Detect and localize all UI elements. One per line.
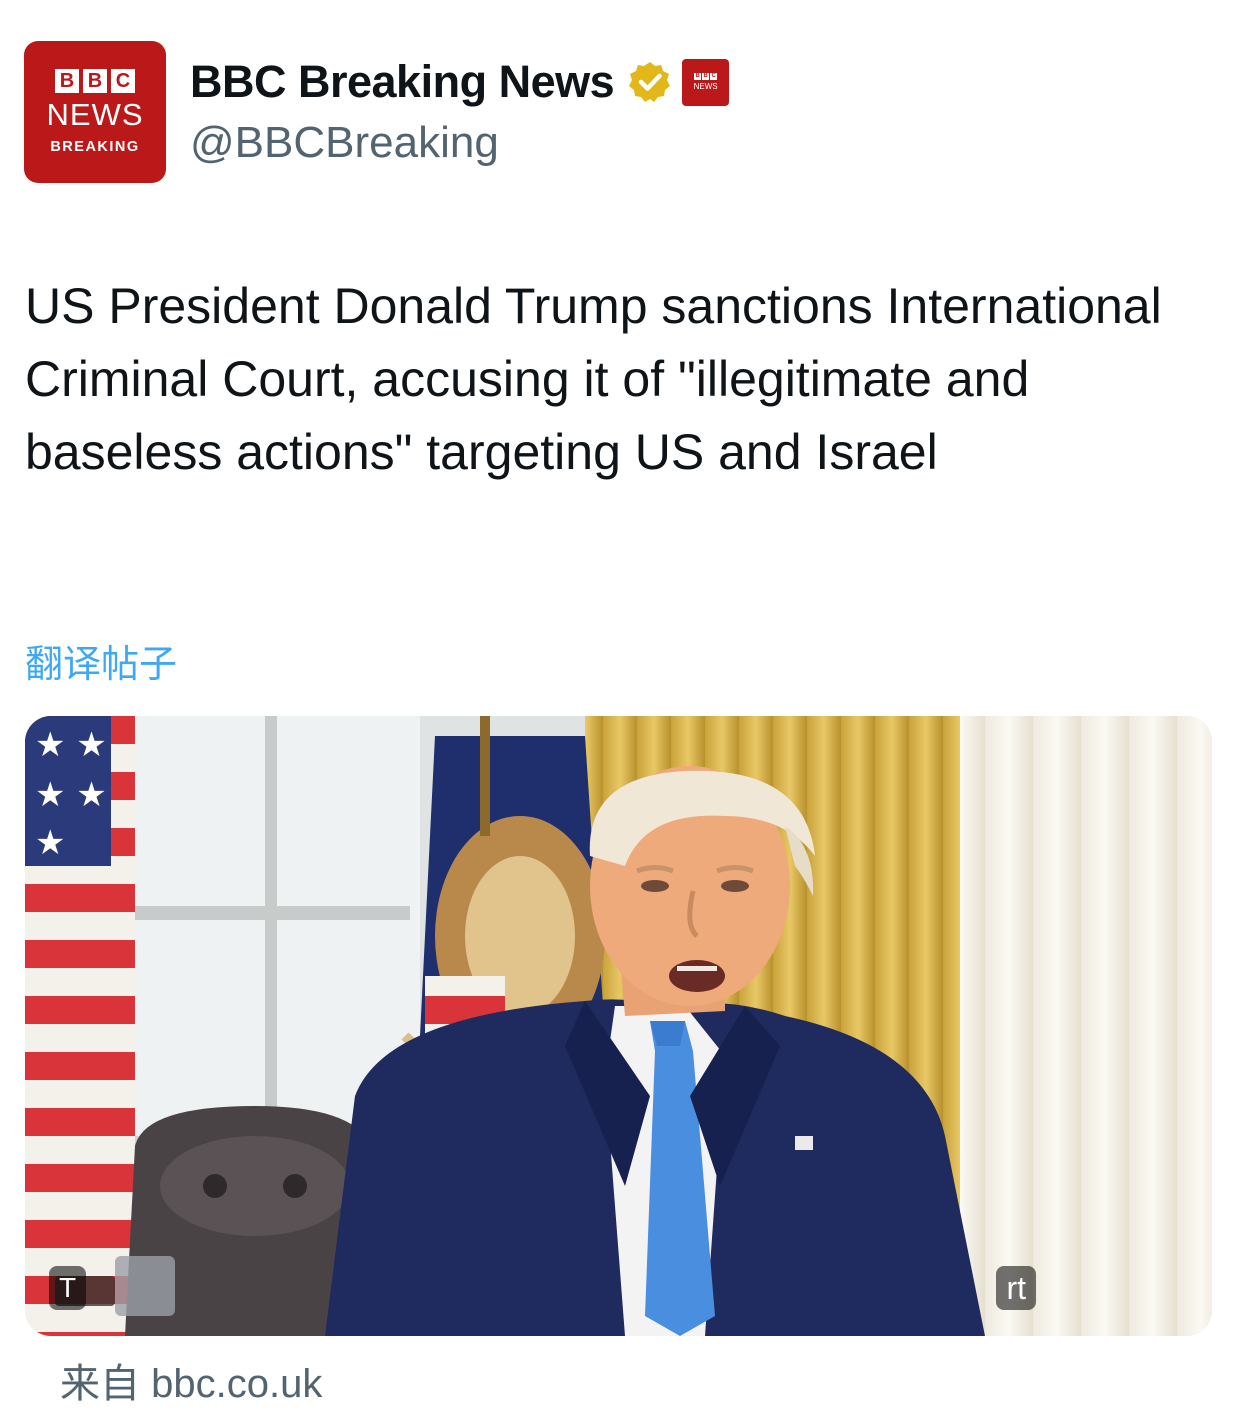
avatar-breaking-label: BREAKING	[50, 139, 140, 155]
oval-office-photo: ★ ★ ★ ★ ★	[25, 716, 1212, 1336]
bbc-mini-block: C	[710, 73, 718, 80]
author-handle[interactable]: @BBCBreaking	[190, 118, 499, 168]
media-overlay-badge[interactable]: rt	[996, 1266, 1036, 1310]
svg-text:★ ★: ★ ★	[35, 775, 107, 815]
author-avatar[interactable]: B B C NEWS BREAKING	[24, 41, 166, 183]
avatar-news-label: NEWS	[46, 97, 144, 132]
bbc-mini-block: B	[702, 73, 710, 80]
author-display-name[interactable]: BBC Breaking News	[190, 56, 615, 108]
bbc-affiliate-icon[interactable]: B B C NEWS	[682, 58, 730, 106]
svg-text:★ ★: ★ ★	[35, 725, 107, 765]
bbc-logo-blocks: B B C	[55, 69, 135, 93]
verified-badge-icon[interactable]	[628, 60, 672, 104]
tweet-card: B B C NEWS BREAKING BBC Breaking News B …	[0, 0, 1237, 1414]
translate-post-link[interactable]: 翻译帖子	[25, 633, 177, 688]
bbc-mini-block: B	[694, 73, 702, 80]
tweet-media-image[interactable]: ★ ★ ★ ★ ★ T rt	[25, 716, 1212, 1336]
bbc-block: B	[55, 69, 79, 93]
bbc-block: B	[83, 69, 107, 93]
link-source[interactable]: 来自 bbc.co.uk	[60, 1351, 322, 1409]
source-prefix: 来自	[60, 1361, 140, 1407]
author-name-row: BBC Breaking News B B C NEWS	[190, 56, 730, 108]
bbc-block: C	[111, 69, 135, 93]
affiliate-news-label: NEWS	[693, 82, 718, 91]
tweet-text: US President Donald Trump sanctions Inte…	[25, 278, 1162, 480]
source-domain[interactable]: bbc.co.uk	[151, 1362, 322, 1406]
svg-text:★: ★	[35, 823, 65, 863]
us-flag: ★ ★ ★ ★ ★	[25, 716, 135, 1336]
media-overlay-badge[interactable]: T	[49, 1266, 87, 1310]
